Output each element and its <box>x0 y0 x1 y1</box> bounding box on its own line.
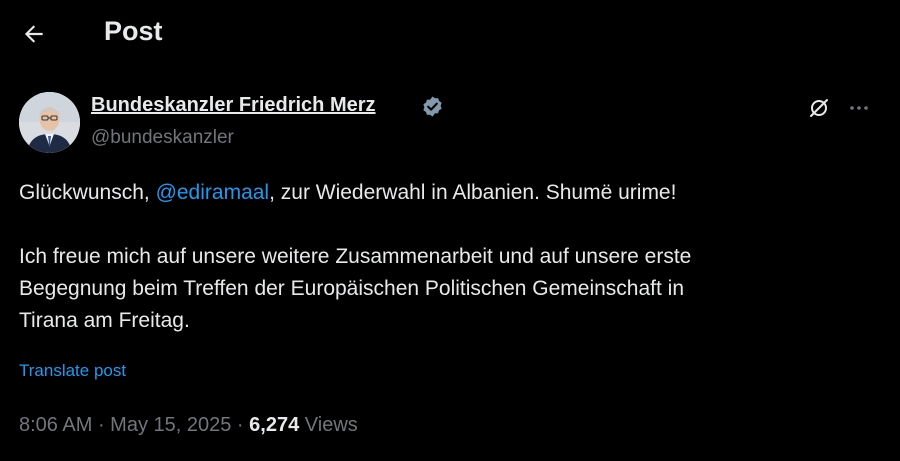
meta-separator: · <box>92 414 111 436</box>
views-label: Views <box>304 414 358 436</box>
views-count: 6,274 <box>249 414 300 436</box>
mention-link[interactable]: @ediramaal <box>156 181 270 204</box>
tweet-text-segment: Glückwunsch, <box>19 181 156 204</box>
post-date[interactable]: May 15, 2025 <box>110 414 231 436</box>
tweet-line: Tirana am Freitag. <box>19 309 190 332</box>
post-time[interactable]: 8:06 AM <box>19 414 92 436</box>
tweet-line: Begegnung beim Treffen der Europäischen … <box>19 277 685 300</box>
page-title: Post <box>104 16 163 46</box>
tweet-paragraph: Glückwunsch, @ediramaal, zur Wiederwahl … <box>19 177 879 209</box>
tweet-text-segment: , zur Wiederwahl in Albanien. Shumë urim… <box>269 181 677 204</box>
more-icon <box>850 106 868 110</box>
author-handle[interactable]: @bundeskanzler <box>91 127 234 149</box>
back-arrow-icon <box>24 25 43 43</box>
author-name[interactable]: Bundeskanzler Friedrich Merz <box>91 94 376 117</box>
post-meta: 8:06 AM · May 15, 2025 · 6,274 Views <box>19 414 358 437</box>
meta-separator: · <box>231 414 250 436</box>
tweet-paragraph: Ich freue mich auf unsere weitere Zusamm… <box>19 241 879 337</box>
tweet-text: Glückwunsch, @ediramaal, zur Wiederwahl … <box>19 177 879 337</box>
avatar[interactable] <box>19 92 80 153</box>
more-button[interactable] <box>845 94 873 122</box>
tweet-line: Ich freue mich auf unsere weitere Zusamm… <box>19 245 692 268</box>
translate-post-link[interactable]: Translate post <box>19 361 126 381</box>
top-bar: Post <box>0 0 900 70</box>
verified-badge-icon <box>423 96 442 117</box>
grok-icon <box>810 99 828 117</box>
back-button[interactable] <box>14 14 54 54</box>
grok-button[interactable] <box>805 94 833 122</box>
